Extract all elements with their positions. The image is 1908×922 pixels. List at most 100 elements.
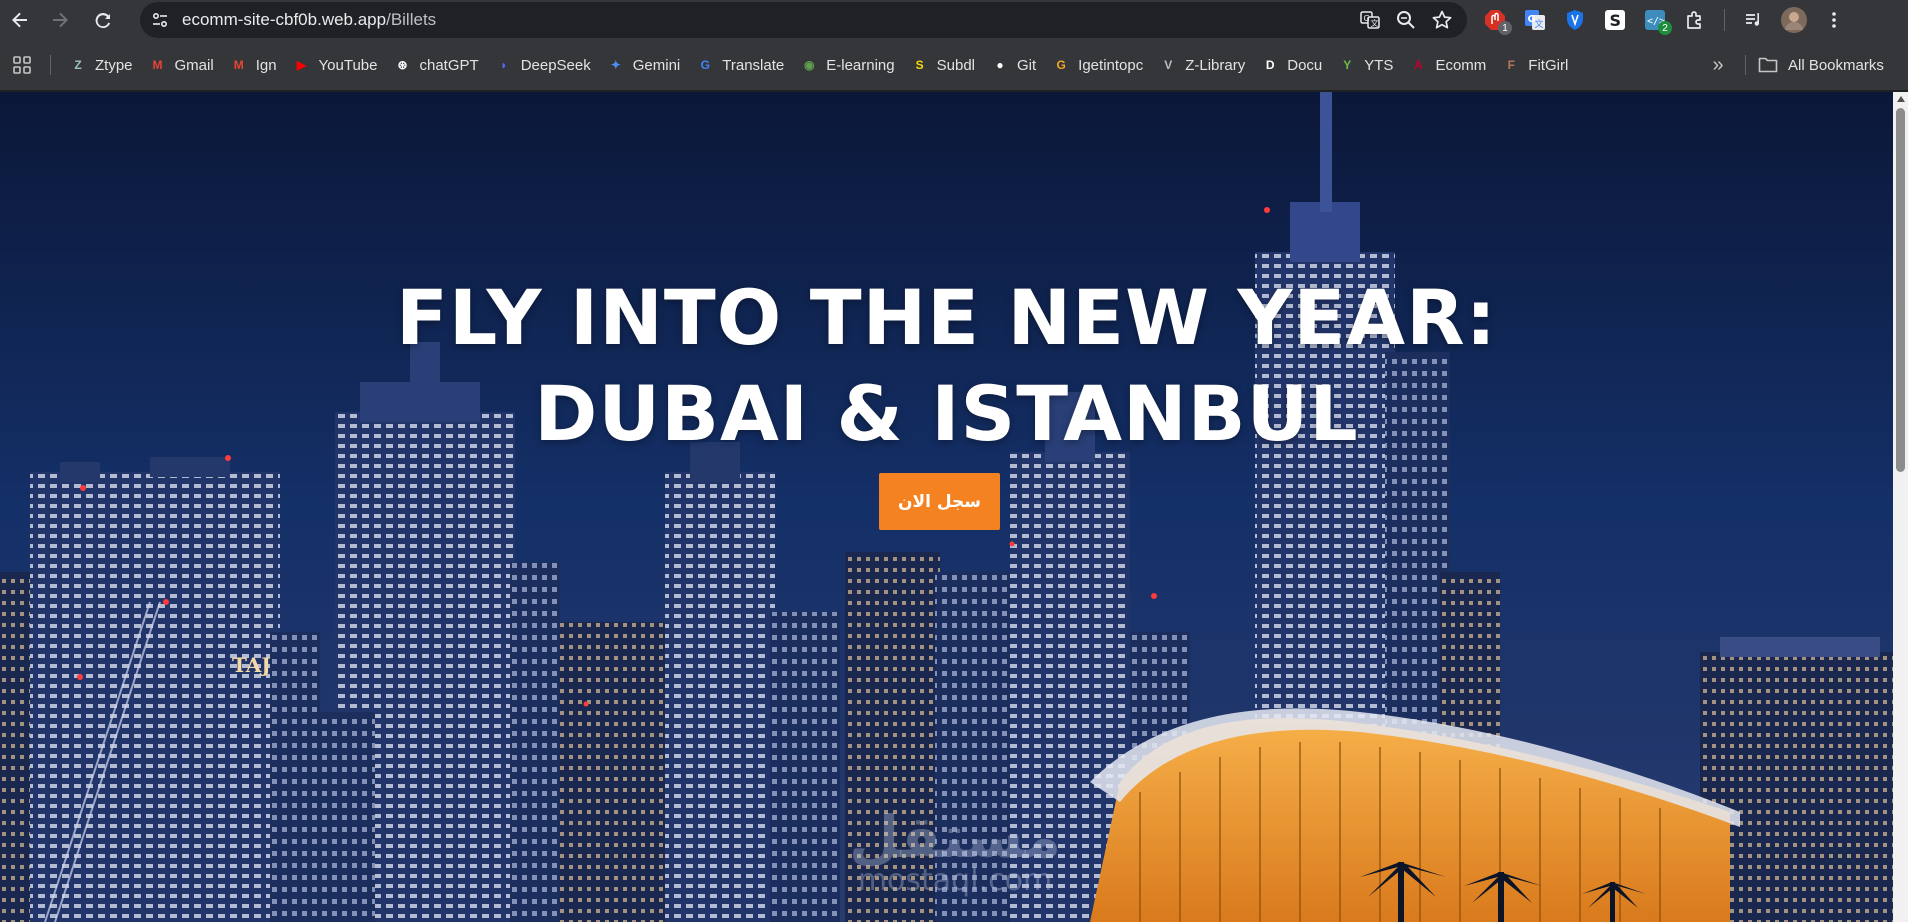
bookmark-label: Git: [1017, 56, 1037, 74]
bookmarks-divider-right: [1745, 55, 1746, 75]
folder-icon: [1758, 57, 1778, 73]
url-host: ecomm-site-cbf0b.web.app: [182, 10, 387, 29]
zoom-icon[interactable]: [1395, 9, 1417, 31]
bookmark-z-library[interactable]: V Z-Library: [1151, 49, 1253, 81]
svg-text:S: S: [1610, 11, 1622, 30]
hero-title-line-1: FLY INTO THE NEW YEAR:: [395, 273, 1498, 362]
bookmark-label: YouTube: [318, 56, 378, 74]
extensions-area: 1 G文 S </> 2: [1480, 0, 1849, 40]
chrome-menu-button[interactable]: [1819, 5, 1849, 35]
bookmark-gemini[interactable]: ✦ Gemini: [599, 49, 689, 81]
svg-text:G: G: [1364, 14, 1370, 23]
bookmark-ztype[interactable]: Z Ztype: [61, 49, 141, 81]
angular-icon: A: [1414, 58, 1423, 72]
double-chevron-right-icon: »: [1712, 53, 1724, 76]
bookmark-ecomm[interactable]: A Ecomm: [1401, 49, 1494, 81]
google-translate-extension-icon: G文: [1525, 10, 1545, 30]
all-bookmarks-label: All Bookmarks: [1788, 56, 1884, 74]
ztype-icon: Z: [74, 58, 82, 72]
tune-icon: [152, 12, 168, 28]
bookmark-translate[interactable]: G Translate: [688, 49, 792, 81]
hero-section: TAJ FLY INTO THE NEW YEAR: DUBAI & ISTAN…: [0, 92, 1893, 922]
gmail-icon: M: [233, 58, 244, 72]
hero-title: FLY INTO THE NEW YEAR: DUBAI & ISTANBUL: [0, 270, 1893, 462]
reload-icon: [95, 13, 111, 29]
watermark-logo: مستقل mostaql.com: [835, 803, 1075, 898]
page-viewport: TAJ FLY INTO THE NEW YEAR: DUBAI & ISTAN…: [0, 92, 1893, 922]
bookmark-yts[interactable]: Y YTS: [1330, 49, 1401, 81]
toolbar-divider: [1724, 9, 1725, 31]
code-extension-button[interactable]: </> 2: [1640, 5, 1672, 35]
bookmark-label: Ign: [255, 56, 277, 74]
bookmark-list: Z Ztype M Gmail M Ign ▶ YouTube ⊛ chatGPT ◗ DeepSee…: [61, 49, 1576, 81]
hero-title-line-2: DUBAI & ISTANBUL: [534, 369, 1359, 458]
vpn-extension-button[interactable]: [1560, 5, 1590, 35]
bookmark-youtube[interactable]: ▶ YouTube: [285, 49, 386, 81]
register-now-button[interactable]: سجل الان: [879, 473, 1000, 530]
bookmark-ign[interactable]: M Ign: [222, 49, 285, 81]
bookmark-star-icon[interactable]: [1431, 9, 1453, 31]
translate-extension-button[interactable]: G文: [1520, 5, 1550, 35]
scroll-up-arrow-icon[interactable]: [1897, 96, 1905, 102]
url-text[interactable]: ecomm-site-cbf0b.web.app/Billets: [182, 10, 436, 30]
puzzle-icon: [1687, 11, 1701, 29]
scroll-thumb[interactable]: [1896, 108, 1905, 472]
back-arrow-icon: [12, 12, 27, 28]
bookmark-git[interactable]: ● Git: [983, 49, 1044, 81]
bookmark-label: Translate: [722, 56, 785, 74]
svg-text:TAJ: TAJ: [232, 653, 271, 677]
watermark-latin-text: mostaql.com: [857, 863, 1053, 898]
forward-button[interactable]: [40, 0, 80, 40]
bookmark-label: FitGirl: [1528, 56, 1569, 74]
github-icon: ●: [996, 58, 1004, 72]
igetintopc-icon: G: [1056, 58, 1066, 72]
bookmark-label: Subdl: [936, 56, 975, 74]
bookmark-docu[interactable]: D Docu: [1253, 49, 1330, 81]
bookmark-igetintopc[interactable]: G Igetintopc: [1044, 49, 1151, 81]
bookmark-deepseek[interactable]: ◗ DeepSeek: [487, 49, 599, 81]
vpn-shield-icon: [1567, 10, 1583, 30]
google-translate-icon: G: [700, 58, 710, 72]
browser-toolbar: ecomm-site-cbf0b.web.app/Billets G文 1 G文…: [0, 0, 1908, 40]
back-button[interactable]: [0, 0, 40, 40]
bookmark-label: Z-Library: [1185, 56, 1246, 74]
more-bookmarks-button[interactable]: »: [1702, 49, 1734, 81]
adblock-badge: 1: [1498, 21, 1512, 35]
subdl-icon: S: [915, 58, 924, 72]
media-controls-button[interactable]: [1739, 5, 1769, 35]
reload-button[interactable]: [84, 0, 124, 40]
bookmark-subdl[interactable]: S Subdl: [903, 49, 983, 81]
bookmark-e-learning[interactable]: ◉ E-learning: [792, 49, 902, 81]
zlibrary-icon: V: [1164, 58, 1173, 72]
profile-button[interactable]: [1779, 5, 1809, 35]
bookmarks-divider: [50, 55, 51, 75]
elearning-icon: ◉: [804, 58, 815, 72]
site-info-button[interactable]: [142, 2, 178, 38]
fitgirl-icon: F: [1507, 58, 1515, 72]
playlist-music-icon: [1746, 13, 1760, 26]
bookmark-chatgpt[interactable]: ⊛ chatGPT: [386, 49, 487, 81]
bookmark-label: E-learning: [826, 56, 895, 74]
page-scrollbar[interactable]: [1893, 92, 1908, 922]
adblock-extension-button[interactable]: 1: [1480, 5, 1512, 35]
bookmark-label: Igetintopc: [1078, 56, 1144, 74]
bookmarks-bar: Z Ztype M Gmail M Ign ▶ YouTube ⊛ chatGPT ◗ DeepSee…: [0, 40, 1908, 91]
deepseek-icon: ◗: [500, 58, 508, 72]
all-bookmarks-button[interactable]: All Bookmarks: [1758, 49, 1884, 81]
s-extension-icon: S: [1605, 10, 1625, 30]
apps-button[interactable]: [2, 45, 42, 85]
bookmark-label: YTS: [1364, 56, 1394, 74]
code-extension-badge: 2: [1658, 21, 1672, 35]
s-extension-button[interactable]: S: [1600, 5, 1630, 35]
translate-page-icon[interactable]: G文: [1359, 9, 1381, 31]
bookmark-label: DeepSeek: [520, 56, 591, 74]
bookmark-fitgirl[interactable]: F FitGirl: [1494, 49, 1576, 81]
watermark-arabic-text: مستقل: [848, 803, 1062, 871]
address-bar[interactable]: ecomm-site-cbf0b.web.app/Billets G文: [140, 2, 1467, 38]
bookmark-label: Ztype: [95, 56, 133, 74]
bookmark-label: Gmail: [174, 56, 214, 74]
extensions-menu-button[interactable]: [1680, 5, 1710, 35]
bookmark-gmail[interactable]: M Gmail: [141, 49, 222, 81]
svg-text:文: 文: [1535, 18, 1544, 30]
yts-icon: Y: [1343, 58, 1352, 72]
